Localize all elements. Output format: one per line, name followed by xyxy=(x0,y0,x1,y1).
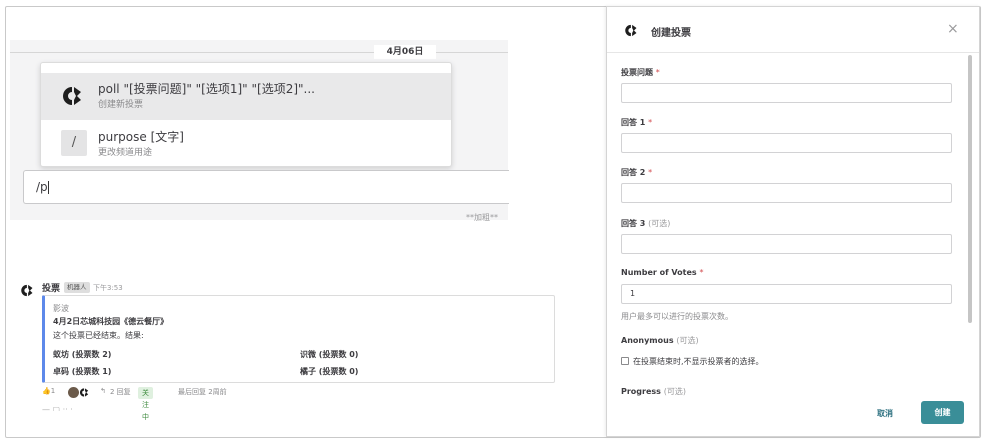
cancel-button[interactable]: 取消 xyxy=(877,408,893,419)
matterpoll-logo-icon xyxy=(63,87,81,105)
bot-avatar-icon[interactable] xyxy=(20,283,35,298)
autocomplete-item-title: poll "[投票问题]" "[选项1]" "[选项2]"... xyxy=(98,82,315,96)
poll-attachment: 影波 4月2日芯城科技园《德云餐厅》 这个投票已经结束。结果: 蚁坊 (投票数 … xyxy=(42,295,555,383)
last-reply: 最后回复 2周前 xyxy=(178,388,227,396)
dialog-body: 投票问题 * 回答 1 * 回答 2 * 回答 3 (可选) Number of… xyxy=(607,54,979,398)
poll-result-field: 卓码 (投票数 1) xyxy=(53,367,112,376)
answer3-label: 回答 3 (可选) xyxy=(621,219,671,228)
progress-label: Progress (可选) xyxy=(621,387,686,396)
answer3-input[interactable] xyxy=(621,234,952,254)
anonymous-label: Anonymous (可选) xyxy=(621,336,699,345)
question-input[interactable] xyxy=(621,83,952,103)
bot-avatar-icon[interactable] xyxy=(79,387,90,398)
slash-command-autocomplete: poll "[投票问题]" "[选项1]" "[选项2]"... 创建新投票 /… xyxy=(40,62,452,167)
answer1-label: 回答 1 * xyxy=(621,118,653,127)
post-username[interactable]: 投票 xyxy=(42,281,60,294)
matterpoll-logo-icon xyxy=(625,24,637,37)
poll-result-field: 识微 (投票数 0) xyxy=(300,350,359,359)
attachment-title: 4月2日芯城科技园《德云餐厅》 xyxy=(53,317,169,326)
create-poll-dialog: 创建投票 × 投票问题 * 回答 1 * 回答 2 * 回答 3 (可选) Nu… xyxy=(606,6,980,437)
close-icon[interactable]: × xyxy=(947,21,959,37)
answer1-input[interactable] xyxy=(621,133,952,153)
attachment-author: 影波 xyxy=(53,304,69,313)
dialog-footer: 取消 创建 xyxy=(607,398,979,436)
post-time[interactable]: 下午3:53 xyxy=(93,283,123,293)
slash-icon: / xyxy=(61,130,87,156)
poll-result-field: 蚁坊 (投票数 2) xyxy=(53,350,112,359)
answer2-input[interactable] xyxy=(621,183,952,203)
reply-count[interactable]: 2 回复 xyxy=(110,387,131,397)
anonymous-checkbox-label: 在投票结束时,不显示投票者的选择。 xyxy=(633,357,764,366)
autocomplete-item-description: 创建新投票 xyxy=(98,100,144,110)
anonymous-checkbox[interactable]: 在投票结束时,不显示投票者的选择。 xyxy=(621,356,764,367)
votes-input[interactable]: 1 xyxy=(621,284,952,304)
autocomplete-item-purpose[interactable]: / purpose [文字] 更改频道用途 xyxy=(41,121,451,168)
create-button[interactable]: 创建 xyxy=(921,401,964,424)
question-label: 投票问题 * xyxy=(621,68,660,77)
attachment-description: 这个投票已经结束。结果: xyxy=(53,331,144,340)
message-input[interactable]: /p xyxy=(23,170,509,204)
votes-input-value: 1 xyxy=(630,289,636,298)
participant-avatar-icon[interactable] xyxy=(68,387,79,398)
text-caret xyxy=(47,181,49,194)
reaction-count: 1 xyxy=(50,387,56,395)
message-input-value: /p xyxy=(36,180,48,194)
dialog-scrollbar[interactable] xyxy=(968,55,972,323)
follow-thread-button[interactable]: 关注中 xyxy=(138,387,153,421)
reply-arrow-icon: ↰ xyxy=(100,387,106,395)
autocomplete-item-title: purpose [文字] xyxy=(98,130,184,144)
bot-badge: 机器人 xyxy=(64,282,90,293)
dialog-header: 创建投票 × xyxy=(607,7,979,53)
votes-label: Number of Votes * xyxy=(621,268,704,277)
dialog-title: 创建投票 xyxy=(651,28,691,39)
poll-result-field: 橘子 (投票数 0) xyxy=(300,367,359,376)
autocomplete-item-poll[interactable]: poll "[投票问题]" "[选项1]" "[选项2]"... 创建新投票 xyxy=(41,73,451,120)
autocomplete-item-description: 更改频道用途 xyxy=(98,148,153,158)
votes-help-text: 用户最多可以进行的投票次数。 xyxy=(621,312,733,321)
answer2-label: 回答 2 * xyxy=(621,168,653,177)
format-hint: **加粗** xyxy=(466,213,498,222)
checkbox-icon[interactable] xyxy=(621,357,629,365)
thumbs-up-reaction[interactable]: 👍1 xyxy=(42,387,55,395)
date-separator: 4月06日 xyxy=(374,45,436,59)
cut-off-row: — ▢ ·· · xyxy=(42,405,73,411)
